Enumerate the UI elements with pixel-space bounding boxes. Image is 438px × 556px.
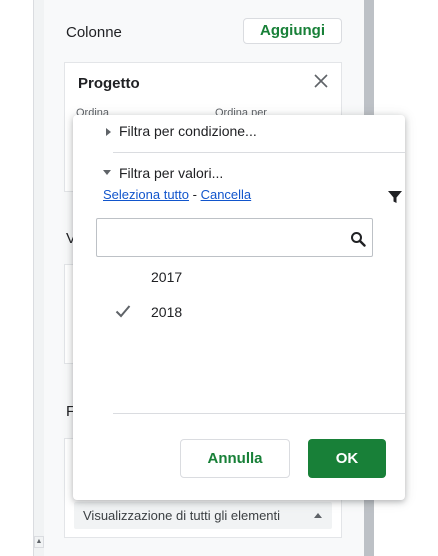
filter-status-select[interactable]: Visualizzazione di tutti gli elementi [74,502,332,529]
columns-section-title: Colonne [66,24,122,41]
check-icon[interactable] [115,304,131,318]
clear-link[interactable]: Cancella [201,187,252,202]
ok-button[interactable]: OK [308,439,386,478]
values-search-input[interactable] [105,227,345,249]
add-column-button[interactable]: Aggiungi [243,18,342,44]
search-icon[interactable] [350,231,366,247]
divider [113,413,405,414]
caret-up-icon [314,513,322,518]
filter-by-condition[interactable]: Filtra per condizione... [119,123,257,139]
triangle-right-icon [106,128,111,136]
divider [113,152,405,153]
filter-dropdown: Filtra per condizione... Filtra per valo… [73,115,405,500]
cancel-button[interactable]: Annulla [180,439,290,478]
values-search-box[interactable] [96,218,373,257]
funnel-icon[interactable] [387,189,403,205]
close-icon[interactable] [313,73,329,89]
link-separator: - [189,187,201,202]
left-gutter [0,0,34,556]
column-card-title: Progetto [78,75,140,92]
scroll-up-arrow[interactable]: ▲ [34,536,44,548]
triangle-down-icon [103,170,111,175]
select-all-link[interactable]: Seleziona tutto [103,187,189,202]
filter-by-values[interactable]: Filtra per valori... [119,165,223,181]
value-item-2017[interactable]: 2017 [151,269,182,285]
select-links: Seleziona tutto - Cancella [103,187,251,202]
filter-status-value: Visualizzazione di tutti gli elementi [83,508,281,523]
value-item-2018[interactable]: 2018 [151,304,182,320]
